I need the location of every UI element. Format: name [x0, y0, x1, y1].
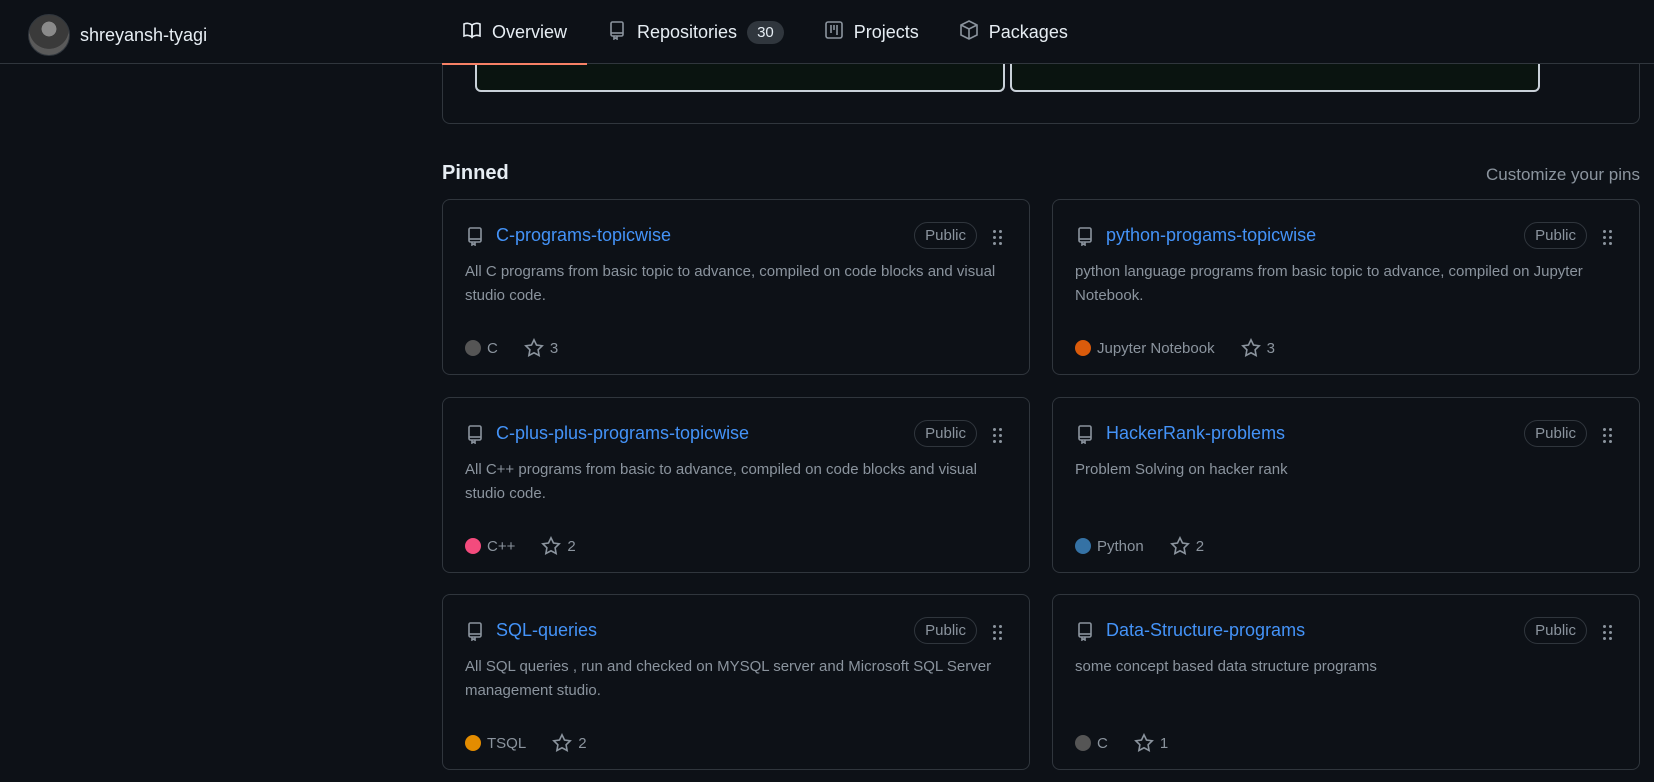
- language-color-dot: [465, 735, 481, 751]
- repo-description: All C++ programs from basic to advance, …: [465, 461, 977, 502]
- package-icon: [959, 19, 979, 45]
- profile-tabs: Overview Repositories 30 Projects Packag…: [442, 0, 1088, 65]
- book-icon: [462, 20, 482, 45]
- repo-language: C: [487, 339, 498, 357]
- star-icon[interactable]: [1133, 733, 1154, 753]
- drag-handle-icon[interactable]: [1603, 428, 1613, 444]
- visibility-badge: Public: [1524, 617, 1587, 644]
- repo-meta: C 1: [1075, 733, 1168, 753]
- pinned-repo-card: SQL-queries Public All SQL queries , run…: [442, 594, 1030, 770]
- repo-description: some concept based data structure progra…: [1075, 658, 1377, 675]
- pinned-repo-card: python-progams-topicwise Public python l…: [1052, 199, 1640, 375]
- repo-name-link[interactable]: Data-Structure-programs: [1106, 620, 1305, 641]
- profile-header[interactable]: shreyansh-tyagi: [28, 14, 207, 56]
- star-count[interactable]: 2: [567, 538, 575, 555]
- repo-icon: [465, 621, 485, 642]
- repo-icon: [465, 424, 485, 445]
- repositories-count-badge: 30: [747, 20, 784, 44]
- tab-label: Overview: [492, 21, 568, 42]
- pinned-heading: Pinned: [442, 162, 509, 184]
- drag-handle-icon[interactable]: [993, 625, 1003, 641]
- tab-label: Packages: [988, 21, 1068, 42]
- tab-label: Projects: [853, 21, 919, 42]
- star-count[interactable]: 2: [578, 735, 586, 752]
- tab-projects[interactable]: Projects: [804, 0, 939, 64]
- drag-handle-icon[interactable]: [1603, 230, 1613, 246]
- tab-overview[interactable]: Overview: [442, 0, 588, 65]
- repo-language: C: [1097, 734, 1108, 752]
- star-icon[interactable]: [541, 536, 562, 556]
- repo-icon: [1075, 621, 1095, 642]
- repo-description: All SQL queries , run and checked on MYS…: [465, 658, 992, 699]
- star-icon[interactable]: [523, 338, 544, 358]
- repo-name-link[interactable]: python-progams-topicwise: [1106, 225, 1316, 246]
- tab-repositories[interactable]: Repositories 30: [587, 0, 804, 64]
- drag-handle-icon[interactable]: [993, 230, 1003, 246]
- pinned-repo-card: C-programs-topicwise Public All C progra…: [442, 199, 1030, 375]
- avatar[interactable]: [28, 14, 70, 56]
- repo-meta: Jupyter Notebook 3: [1075, 338, 1275, 358]
- tab-packages[interactable]: Packages: [939, 0, 1088, 64]
- pinned-repo-card: Data-Structure-programs Public some conc…: [1052, 594, 1640, 770]
- repo-icon: [1075, 424, 1095, 445]
- repo-language: TSQL: [487, 734, 527, 752]
- repo-meta: C 3: [465, 338, 558, 358]
- drag-handle-icon[interactable]: [993, 428, 1003, 444]
- star-count[interactable]: 1: [1160, 735, 1168, 752]
- visibility-badge: Public: [914, 617, 977, 644]
- project-icon: [824, 20, 844, 45]
- language-color-dot: [1075, 538, 1091, 554]
- language-color-dot: [1075, 340, 1091, 356]
- repo-language: C++: [487, 537, 516, 555]
- star-icon[interactable]: [1240, 338, 1261, 358]
- profile-username[interactable]: shreyansh-tyagi: [80, 25, 207, 46]
- repo-description: All C programs from basic topic to advan…: [465, 263, 996, 304]
- star-icon[interactable]: [1169, 536, 1190, 556]
- customize-pins-link[interactable]: Customize your pins: [1486, 165, 1640, 185]
- repo-meta: Python 2: [1075, 536, 1204, 556]
- star-count[interactable]: 2: [1196, 538, 1204, 555]
- repo-description: Problem Solving on hacker rank: [1075, 461, 1288, 478]
- star-icon[interactable]: [552, 733, 573, 753]
- repo-icon: [465, 226, 485, 247]
- repo-meta: C++ 2: [465, 536, 576, 556]
- pinned-repo-card: C-plus-plus-programs-topicwise Public Al…: [442, 397, 1030, 573]
- repo-meta: TSQL 2: [465, 733, 587, 753]
- repo-language: Python: [1097, 537, 1144, 555]
- repo-name-link[interactable]: C-plus-plus-programs-topicwise: [496, 423, 749, 444]
- visibility-badge: Public: [1524, 420, 1587, 447]
- visibility-badge: Public: [914, 222, 977, 249]
- repo-icon: [1075, 226, 1095, 247]
- pinned-repo-card: HackerRank-problems Public Problem Solvi…: [1052, 397, 1640, 573]
- language-color-dot: [465, 538, 481, 554]
- language-color-dot: [465, 340, 481, 356]
- repo-description: python language programs from basic topi…: [1075, 263, 1583, 304]
- repo-icon: [607, 20, 627, 45]
- drag-handle-icon[interactable]: [1603, 625, 1613, 641]
- tab-label: Repositories: [637, 21, 738, 42]
- profile-nav-bar: shreyansh-tyagi Overview Repositories 30…: [0, 0, 1654, 65]
- repo-name-link[interactable]: HackerRank-problems: [1106, 423, 1285, 444]
- star-count[interactable]: 3: [1267, 340, 1275, 357]
- repo-language: Jupyter Notebook: [1097, 339, 1215, 357]
- visibility-badge: Public: [914, 420, 977, 447]
- repo-name-link[interactable]: SQL-queries: [496, 620, 597, 641]
- language-color-dot: [1075, 735, 1091, 751]
- repo-name-link[interactable]: C-programs-topicwise: [496, 225, 671, 246]
- visibility-badge: Public: [1524, 222, 1587, 249]
- star-count[interactable]: 3: [550, 340, 558, 357]
